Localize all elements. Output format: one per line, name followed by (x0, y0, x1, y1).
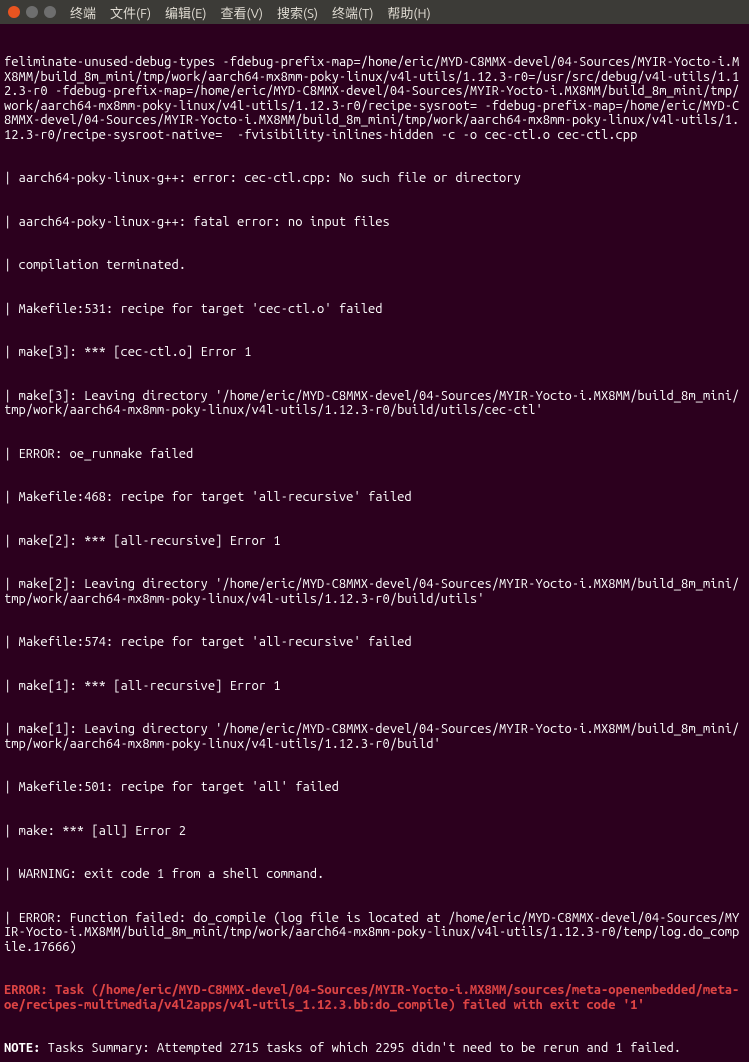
terminal-line: | WARNING: exit code 1 from a shell comm… (4, 867, 745, 882)
terminal-line: | Makefile:574: recipe for target 'all-r… (4, 635, 745, 650)
menu-edit[interactable]: 编辑(E) (165, 3, 206, 22)
terminal-note-line: NOTE: Tasks Summary: Attempted 2715 task… (4, 1041, 745, 1056)
menu-terminal[interactable]: 终端(T) (332, 3, 373, 22)
menubar: 终端 文件(F) 编辑(E) 查看(V) 搜索(S) 终端(T) 帮助(H) (0, 0, 749, 24)
terminal-line: | make[2]: Leaving directory '/home/eric… (4, 577, 745, 606)
maximize-icon[interactable] (44, 6, 56, 18)
menu-terminal-title: 终端 (70, 3, 96, 22)
terminal-line: | ERROR: oe_runmake failed (4, 447, 745, 462)
terminal-line: | make[1]: Leaving directory '/home/eric… (4, 722, 745, 751)
terminal-line: | Makefile:501: recipe for target 'all' … (4, 780, 745, 795)
terminal-line: | compilation terminated. (4, 258, 745, 273)
terminal-line: | ERROR: Function failed: do_compile (lo… (4, 911, 745, 955)
note-text: Tasks Summary: Attempted 2715 tasks of w… (40, 1041, 681, 1055)
note-label: NOTE: (4, 1041, 40, 1055)
terminal-line: | aarch64-poky-linux-g++: fatal error: n… (4, 215, 745, 230)
terminal-line: | Makefile:468: recipe for target 'all-r… (4, 490, 745, 505)
terminal-output[interactable]: feliminate-unused-debug-types -fdebug-pr… (0, 24, 749, 1062)
menu-file[interactable]: 文件(F) (110, 3, 151, 22)
terminal-error-line: ERROR: Task (/home/eric/MYD-C8MMX-devel/… (4, 983, 745, 1012)
terminal-line: | make: *** [all] Error 2 (4, 824, 745, 839)
terminal-line: | Makefile:531: recipe for target 'cec-c… (4, 302, 745, 317)
menu-help[interactable]: 帮助(H) (387, 3, 430, 22)
error-text: Task (/home/eric/MYD-C8MMX-devel/04-Sour… (4, 983, 739, 1012)
close-icon[interactable] (8, 6, 20, 18)
terminal-line: | make[3]: Leaving directory '/home/eric… (4, 389, 745, 418)
menu-search[interactable]: 搜索(S) (277, 3, 318, 22)
window-controls (8, 6, 56, 18)
terminal-line: | make[3]: *** [cec-ctl.o] Error 1 (4, 345, 745, 360)
terminal-line: | make[2]: *** [all-recursive] Error 1 (4, 534, 745, 549)
minimize-icon[interactable] (26, 6, 38, 18)
menu-view[interactable]: 查看(V) (221, 3, 263, 22)
terminal-line: | aarch64-poky-linux-g++: error: cec-ctl… (4, 171, 745, 186)
terminal-line: | make[1]: *** [all-recursive] Error 1 (4, 679, 745, 694)
terminal-line: feliminate-unused-debug-types -fdebug-pr… (4, 55, 745, 142)
error-label: ERROR: (4, 983, 48, 997)
